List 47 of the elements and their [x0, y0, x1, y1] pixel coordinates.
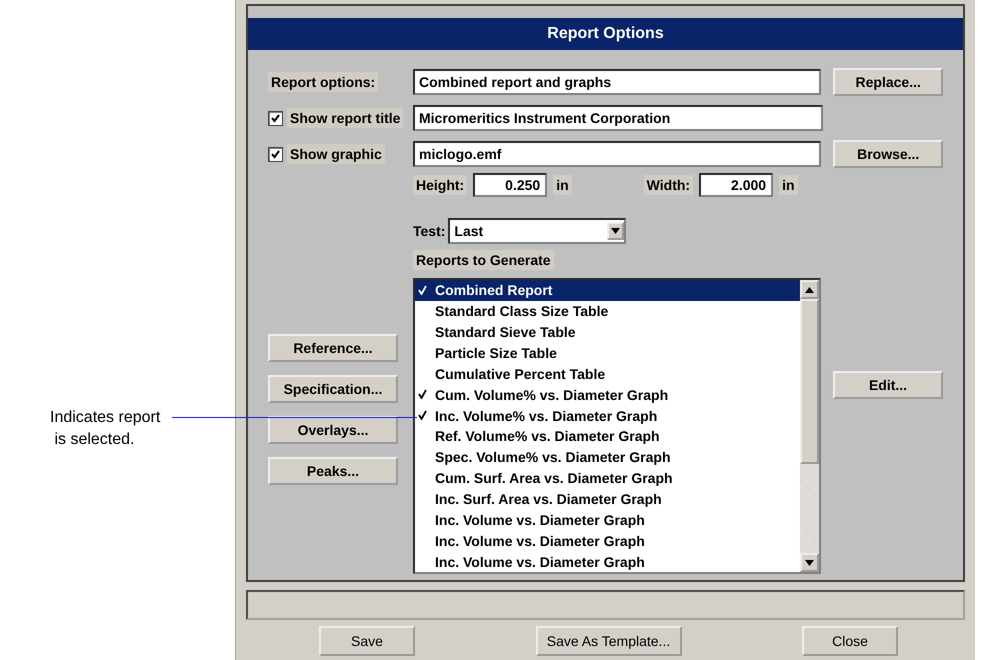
list-item[interactable]: Inc. Volume vs. Diameter Graph [415, 530, 800, 552]
list-item[interactable]: Inc. Surf. Area vs. Diameter Graph [415, 488, 800, 510]
browse-button[interactable]: Browse... [833, 140, 943, 168]
side-button[interactable]: Specification... [268, 375, 398, 403]
side-button[interactable]: Peaks... [268, 457, 398, 485]
dialog-button[interactable]: Save [319, 626, 415, 656]
scroll-thumb[interactable] [800, 299, 819, 464]
input-field[interactable]: Micromeritics Instrument Corporation [413, 105, 823, 131]
list-item[interactable]: Spec. Volume% vs. Diameter Graph [415, 446, 800, 468]
list-item[interactable]: Ref. Volume% vs. Diameter Graph [415, 426, 800, 447]
unit-label: in [779, 175, 798, 195]
replace-button[interactable]: Replace... [833, 68, 943, 96]
scroll-up-icon[interactable] [800, 280, 819, 299]
edit-button[interactable]: Edit... [833, 371, 943, 399]
checkbox-label: Show graphic [287, 144, 385, 164]
dialog-button[interactable]: Save As Template... [536, 626, 682, 656]
side-button[interactable]: Reference... [268, 334, 398, 362]
field-label: Height: [413, 175, 468, 195]
scrollbar[interactable] [800, 280, 819, 572]
checkbox[interactable] [268, 110, 283, 126]
side-button[interactable]: Overlays... [268, 416, 398, 444]
test-dropdown[interactable]: Last [448, 218, 626, 244]
list-item[interactable]: Inc. Volume vs. Diameter Graph [415, 509, 800, 530]
list-item[interactable]: Inc. Volume vs. Diameter Graph [415, 551, 800, 572]
checkbox[interactable] [268, 146, 283, 162]
field-label: Test: [413, 223, 446, 239]
list-item[interactable]: Particle Size Table [415, 342, 800, 364]
dialog-title: Report Options [248, 18, 963, 50]
list-item[interactable]: Cum. Surf. Area vs. Diameter Graph [415, 468, 800, 489]
list-item[interactable]: Cum. Volume% vs. Diameter Graph [415, 384, 800, 406]
input-field[interactable]: 2.000 [699, 173, 774, 197]
dialog-button[interactable]: Close [802, 626, 898, 656]
input-field[interactable]: 0.250 [473, 173, 548, 197]
list-item[interactable]: Cumulative Percent Table [415, 363, 800, 384]
list-item[interactable]: Inc. Volume% vs. Diameter Graph [415, 405, 800, 426]
scroll-down-icon[interactable] [800, 553, 819, 572]
field-label: Width: [644, 175, 694, 195]
input-field[interactable]: miclogo.emf [413, 141, 822, 167]
list-item[interactable]: Standard Sieve Table [415, 322, 800, 343]
list-label: Reports to Generate [413, 250, 554, 270]
list-item[interactable]: Combined Report [415, 280, 800, 301]
input-field[interactable]: Combined report and graphs [413, 69, 822, 95]
callout-text: Indicates report is selected. [50, 408, 160, 450]
field-label: Report options: [268, 72, 378, 92]
list-item[interactable]: Standard Class Size Table [415, 300, 800, 322]
checkbox-label: Show report title [287, 108, 404, 128]
unit-label: in [553, 175, 572, 195]
